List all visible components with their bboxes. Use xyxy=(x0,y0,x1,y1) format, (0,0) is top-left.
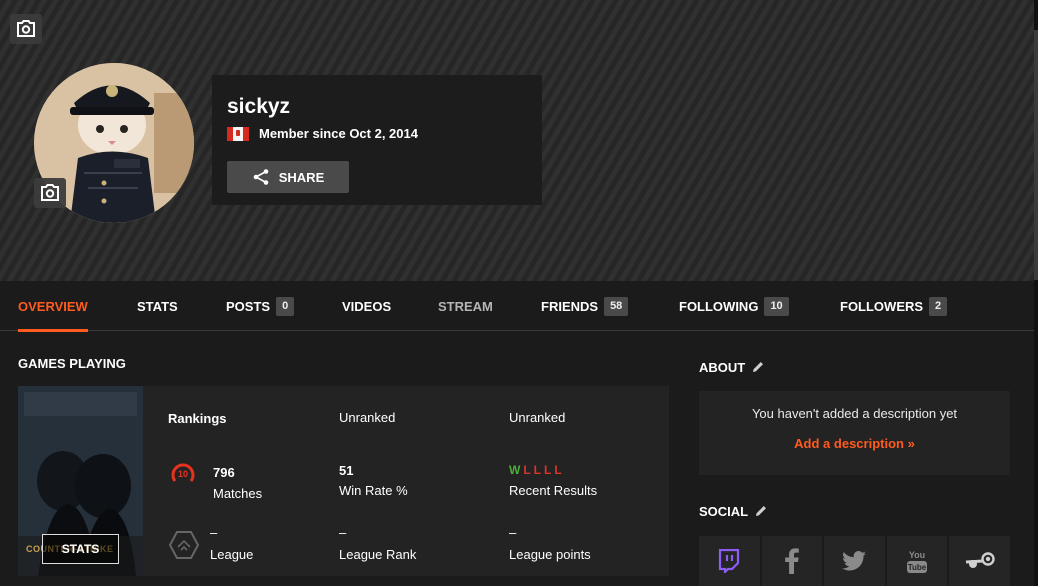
profile-tabs: OVERVIEW STATS POSTS 0 VIDEOS STREAM FRIE… xyxy=(0,281,1034,332)
profile-card: sickyz Member since Oct 2, 2014 SHARE xyxy=(212,75,542,205)
change-avatar-camera-icon[interactable] xyxy=(34,178,66,208)
matches-label: Matches xyxy=(213,486,263,501)
tab-followers[interactable]: FOLLOWERS 2 xyxy=(840,281,948,331)
tab-stats[interactable]: STATS xyxy=(137,281,178,331)
league-rank-label: League Rank xyxy=(339,547,417,562)
league-rank-value: – xyxy=(339,525,347,540)
tab-videos[interactable]: VIDEOS xyxy=(342,281,391,331)
winrate-value: 51 xyxy=(339,463,354,478)
winrate-label: Win Rate % xyxy=(339,483,408,498)
edit-social-pencil-icon[interactable] xyxy=(754,504,768,521)
recent-results: WLLLL xyxy=(509,463,565,477)
count-badge: 2 xyxy=(929,296,948,316)
game-stats-button[interactable]: STATS xyxy=(42,534,119,564)
rankings-label: Rankings xyxy=(168,411,227,426)
share-button[interactable]: SHARE xyxy=(227,161,349,193)
skill-level-icon: 10 xyxy=(170,460,196,486)
count-badge: 58 xyxy=(604,296,629,316)
canada-flag-icon xyxy=(227,126,249,141)
tab-friends[interactable]: FRIENDS 58 xyxy=(541,281,629,331)
result-loss: L xyxy=(533,463,545,477)
social-title-text: SOCIAL xyxy=(699,504,749,519)
tab-overview[interactable]: OVERVIEW xyxy=(18,281,88,332)
tab-label: OVERVIEW xyxy=(18,298,88,314)
about-empty-text: You haven't added a description yet xyxy=(751,406,958,421)
tab-stream[interactable]: STREAM xyxy=(438,281,493,331)
result-loss: L xyxy=(554,463,565,477)
count-badge: 10 xyxy=(764,296,789,316)
add-description-link[interactable]: Add a description » xyxy=(699,436,1010,451)
recent-results-label: Recent Results xyxy=(509,483,598,498)
league-points-value: – xyxy=(509,525,517,540)
twitter-icon[interactable] xyxy=(824,536,885,586)
social-title: SOCIAL xyxy=(699,504,768,521)
result-win: W xyxy=(509,463,524,477)
tab-label: VIDEOS xyxy=(342,298,392,314)
svg-text:Tube: Tube xyxy=(908,563,927,572)
svg-text:10: 10 xyxy=(178,469,188,479)
svg-text:You: You xyxy=(909,550,925,560)
ranking-value: Unranked xyxy=(509,410,566,425)
member-since-text: Member since Oct 2, 2014 xyxy=(259,126,418,141)
count-badge: 0 xyxy=(276,296,295,316)
matches-value: 796 xyxy=(213,465,235,480)
game-card: COUNTER-STRIKE STATS Rankings Unranked U… xyxy=(18,386,669,576)
game-cover[interactable]: COUNTER-STRIKE STATS xyxy=(18,386,143,576)
twitch-icon[interactable] xyxy=(699,536,760,586)
social-links: You Tube xyxy=(699,536,1010,586)
tab-posts[interactable]: POSTS 0 xyxy=(226,281,295,331)
games-playing-title: GAMES PLAYING xyxy=(18,356,126,371)
league-points-label: League points xyxy=(509,547,591,562)
share-icon xyxy=(253,169,269,185)
stats-label: STATS xyxy=(61,542,100,556)
about-box: You haven't added a description yet Add … xyxy=(699,391,1010,475)
tab-label: STREAM xyxy=(438,298,493,314)
tab-label: FOLLOWERS xyxy=(840,298,924,314)
league-icon xyxy=(168,530,200,565)
scrollbar-thumb[interactable] xyxy=(1034,30,1038,280)
result-loss: L xyxy=(544,463,555,477)
ranking-value: Unranked xyxy=(339,410,396,425)
tab-label: FRIENDS xyxy=(541,298,599,314)
league-label: League xyxy=(210,547,254,562)
tab-label: POSTS xyxy=(226,298,271,314)
member-since: Member since Oct 2, 2014 xyxy=(227,126,418,141)
tab-following[interactable]: FOLLOWING 10 xyxy=(679,281,789,331)
tab-label: STATS xyxy=(137,298,178,314)
share-label: SHARE xyxy=(278,169,325,185)
tab-label: FOLLOWING xyxy=(679,298,759,314)
username: sickyz xyxy=(227,95,291,118)
about-title: ABOUT xyxy=(699,360,765,377)
youtube-icon[interactable]: You Tube xyxy=(886,536,948,586)
league-value: – xyxy=(210,525,218,540)
result-loss: L xyxy=(523,463,534,477)
edit-about-pencil-icon[interactable] xyxy=(751,360,765,377)
change-banner-camera-icon[interactable] xyxy=(10,14,42,44)
facebook-icon[interactable] xyxy=(761,536,823,586)
steam-icon[interactable] xyxy=(949,536,1010,586)
about-title-text: ABOUT xyxy=(699,360,746,375)
